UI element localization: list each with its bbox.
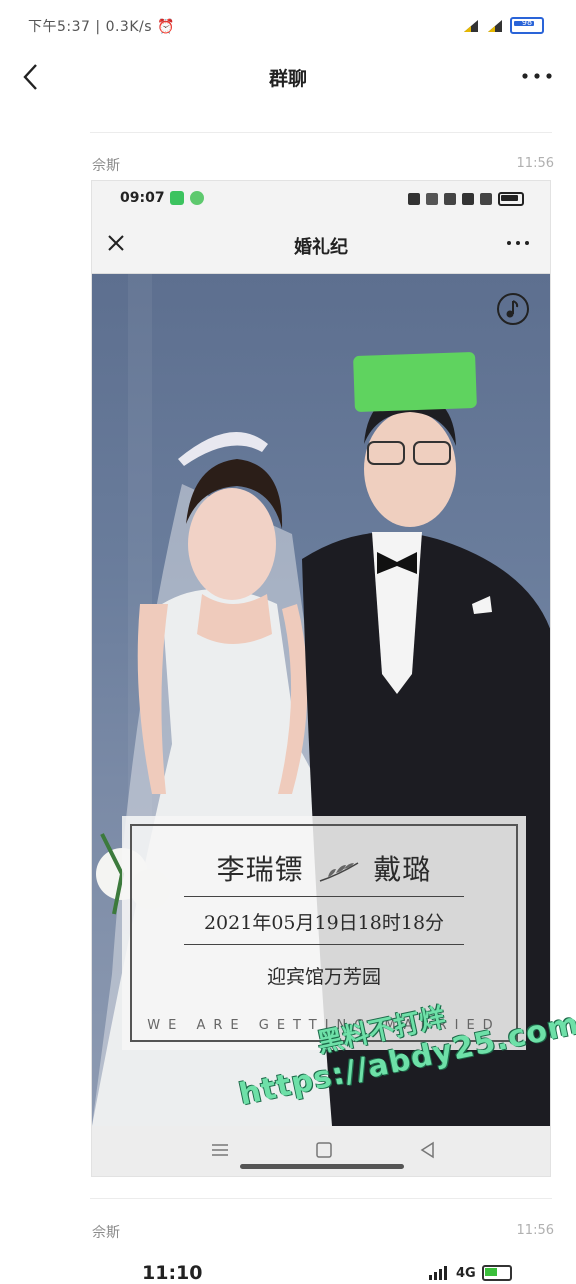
censor-block [353,351,477,413]
next-image-status-time: 11:10 [142,1262,203,1284]
couple-names: 李瑞镖 戴璐 [122,848,526,888]
message-divider [90,1198,552,1199]
status-bar-right: 98 [462,17,544,34]
chat-header: 群聊 [0,52,576,102]
bride-name: 戴璐 [373,853,432,886]
app-icon [170,191,184,205]
next-image-status-icons: 4G [428,1265,512,1281]
status-time: 下午5:37 [28,19,91,35]
invitation-card: 李瑞镖 戴璐 2021年05月19日18时18分 迎宾馆万芳园 WE ARE G… [122,816,526,1050]
status-bar-left: 下午5:37 | 0.3K/s ⏰ [28,19,175,35]
embedded-status-icons [408,192,524,206]
wedding-datetime: 2021年05月19日18时18分 [203,912,445,934]
message-time: 11:56 [516,156,554,171]
status-bar: 下午5:37 | 0.3K/s ⏰ 98 [0,0,576,52]
network-type: 4G [456,1265,476,1281]
message-divider [90,132,552,133]
play-icon [190,191,204,205]
menu-icon [212,1144,228,1156]
chat-title: 群聊 [268,68,307,90]
nfc-icon [408,193,420,205]
mute-icon [426,193,438,205]
more-options-icon[interactable] [520,66,554,86]
wedding-photo: 李瑞镖 戴璐 2021年05月19日18时18分 迎宾馆万芳园 WE ARE G… [92,274,550,1126]
home-icon [316,1142,332,1158]
sender-name: 佘斯 [92,158,120,174]
more-options-icon [507,241,529,245]
signal-icon [462,19,480,33]
battery-icon: 98 [510,17,544,34]
rule-bottom [184,944,464,945]
bluetooth-icon [444,193,456,205]
back-triangle-icon [420,1141,434,1159]
battery-icon [498,192,524,206]
signal-icon [480,193,492,205]
message-time: 11:56 [516,1223,554,1238]
wedding-venue: 迎宾馆万芳园 [266,966,381,988]
groom-name: 李瑞镖 [216,853,304,886]
battery-icon [481,1265,512,1281]
hd-icon [462,193,474,205]
embedded-status-bar: 09:07 [92,181,550,217]
embedded-status-time: 09:07 [120,190,165,206]
embedded-title: 婚礼纪 [294,237,348,258]
embedded-nav-bar [92,1126,550,1176]
gesture-bar [240,1164,404,1169]
network-speed: 0.3K/s [105,19,153,35]
rule-top [184,896,464,897]
embedded-header: 婚礼纪 [92,217,550,274]
leaf-icon [319,861,358,882]
signal-icon [429,1266,447,1280]
sender-name: 佘斯 [92,1225,120,1241]
signal-icon-2 [486,19,504,33]
alarm-icon: ⏰ [157,19,175,35]
